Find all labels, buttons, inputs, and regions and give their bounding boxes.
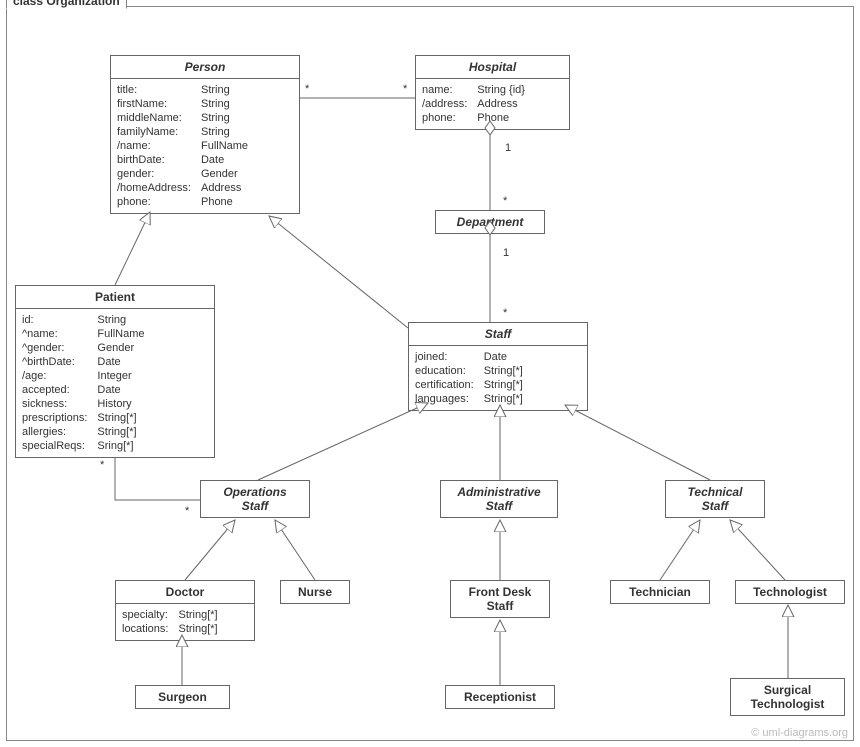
mult-label: * xyxy=(100,459,104,471)
watermark: © uml-diagrams.org xyxy=(751,727,848,739)
class-hospital: Hospital name: /address: phone: String {… xyxy=(415,55,570,130)
class-title: Technologist xyxy=(736,581,844,603)
class-technician: Technician xyxy=(610,580,710,604)
class-title: Technician xyxy=(611,581,709,603)
mult-label: 1 xyxy=(503,247,509,259)
class-title: Receptionist xyxy=(446,686,554,708)
class-attrs: specialty: locations: String[*] String[*… xyxy=(116,604,254,640)
class-technologist: Technologist xyxy=(735,580,845,604)
class-attrs: title: firstName: middleName: familyName… xyxy=(111,79,299,213)
class-nurse: Nurse xyxy=(280,580,350,604)
class-technical-staff: Technical Staff xyxy=(665,480,765,518)
class-surgical-technologist: Surgical Technologist xyxy=(730,678,845,716)
mult-label: * xyxy=(305,83,309,95)
class-title: Doctor xyxy=(116,581,254,604)
class-doctor: Doctor specialty: locations: String[*] S… xyxy=(115,580,255,641)
class-administrative-staff: Administrative Staff xyxy=(440,480,558,518)
class-title: Surgical Technologist xyxy=(731,679,844,715)
mult-label: * xyxy=(503,307,507,319)
class-attrs: name: /address: phone: String {id} Addre… xyxy=(416,79,569,129)
class-title: Patient xyxy=(16,286,214,309)
class-title: Nurse xyxy=(281,581,349,603)
diagram-canvas: class Organization Person title: firstNa… xyxy=(0,0,860,747)
class-person: Person title: firstName: middleName: fam… xyxy=(110,55,300,214)
class-title: Operations Staff xyxy=(201,481,309,517)
class-title: Hospital xyxy=(416,56,569,79)
class-title: Surgeon xyxy=(136,686,229,708)
mult-label: * xyxy=(403,83,407,95)
package-label: class Organization xyxy=(6,0,127,9)
class-attrs: joined: education: certification: langua… xyxy=(409,346,587,410)
class-operations-staff: Operations Staff xyxy=(200,480,310,518)
class-attrs: id: ^name: ^gender: ^birthDate: /age: ac… xyxy=(16,309,214,457)
class-receptionist: Receptionist xyxy=(445,685,555,709)
class-staff: Staff joined: education: certification: … xyxy=(408,322,588,411)
mult-label: * xyxy=(185,505,189,517)
class-title: Department xyxy=(436,211,544,233)
class-title: Staff xyxy=(409,323,587,346)
class-title: Person xyxy=(111,56,299,79)
class-title: Front Desk Staff xyxy=(451,581,549,617)
class-surgeon: Surgeon xyxy=(135,685,230,709)
class-front-desk-staff: Front Desk Staff xyxy=(450,580,550,618)
class-department: Department xyxy=(435,210,545,234)
mult-label: * xyxy=(503,195,507,207)
mult-label: 1 xyxy=(505,142,511,154)
class-title: Technical Staff xyxy=(666,481,764,517)
class-title: Administrative Staff xyxy=(441,481,557,517)
class-patient: Patient id: ^name: ^gender: ^birthDate: … xyxy=(15,285,215,458)
